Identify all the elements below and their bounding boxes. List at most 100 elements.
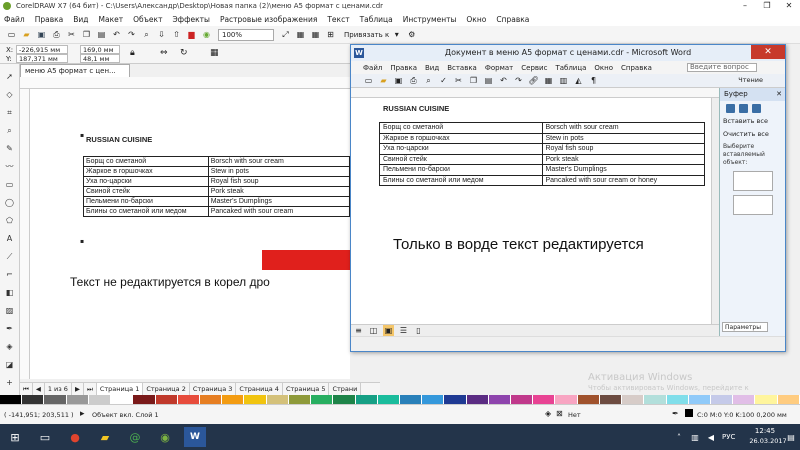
menu-window[interactable]: Окно	[466, 15, 486, 24]
color-swatch[interactable]	[333, 395, 356, 404]
word-menu-window[interactable]: Окно	[594, 64, 613, 72]
page-tab[interactable]: Страни	[329, 383, 362, 395]
close-icon[interactable]: ✕	[776, 88, 782, 101]
word-horizontal-ruler[interactable]	[351, 88, 719, 98]
play-icon[interactable]: ▸	[80, 409, 85, 419]
word-window[interactable]: W Документ в меню А5 формат с ценами.cdr…	[350, 44, 786, 352]
export-icon[interactable]: ⇧	[171, 29, 182, 40]
eyedropper-icon[interactable]: ✒	[4, 323, 15, 334]
zoom-tool-icon[interactable]: ⌕	[4, 125, 15, 136]
word-vertical-scrollbar[interactable]	[711, 98, 719, 324]
word-close-button[interactable]: ✕	[751, 45, 785, 59]
columns-icon[interactable]: ▥	[558, 75, 569, 86]
print-icon[interactable]: ⎙	[408, 75, 419, 86]
save-icon[interactable]: ▣	[393, 75, 404, 86]
open-folder-icon[interactable]: ▰	[21, 29, 32, 40]
print-layout-icon[interactable]: ▣	[383, 325, 394, 336]
redo-icon[interactable]: ↷	[126, 29, 137, 40]
color-swatch[interactable]	[22, 395, 45, 404]
text-tool-icon[interactable]: A	[4, 233, 15, 244]
task-view-icon[interactable]: ▭	[34, 427, 56, 447]
menu-tools[interactable]: Инструменты	[403, 15, 457, 24]
email-app-icon[interactable]: @	[124, 427, 146, 447]
table-cell[interactable]: Pork steak	[541, 153, 705, 165]
paste-icon[interactable]: ▤	[483, 75, 494, 86]
table-row[interactable]: Жаркое в горшочках Stew in pots	[379, 132, 705, 144]
table-row[interactable]: Блины со сметаной или медом Pancaked wit…	[379, 174, 705, 186]
color-swatch[interactable]	[555, 395, 578, 404]
color-swatch[interactable]	[155, 395, 178, 404]
menu-layout[interactable]: Макет	[99, 15, 124, 24]
word-menu-help[interactable]: Справка	[621, 64, 652, 72]
color-swatch[interactable]	[66, 395, 89, 404]
full-screen-icon[interactable]: ⤢	[280, 29, 291, 40]
tray-chevron-icon[interactable]: ˄	[672, 427, 686, 447]
word-taskbar-icon[interactable]: W	[184, 427, 206, 447]
table-cell[interactable]: Уха по-царски	[379, 143, 543, 155]
color-swatch[interactable]	[222, 395, 245, 404]
height-field[interactable]: 48,1 мм	[80, 54, 120, 63]
coreldraw-taskbar-icon[interactable]: ◉	[154, 427, 176, 447]
copy-icon[interactable]: ❐	[468, 75, 479, 86]
color-swatch[interactable]	[422, 395, 445, 404]
undo-icon[interactable]: ↶	[498, 75, 509, 86]
word-menu-format[interactable]: Формат	[485, 64, 513, 72]
color-swatch[interactable]	[577, 395, 600, 404]
rectangle-tool-icon[interactable]: ▭	[4, 179, 15, 190]
spelling-icon[interactable]: ✓	[438, 75, 449, 86]
color-swatch[interactable]	[711, 395, 734, 404]
table-row[interactable]: Уха по-царски Royal fish soup	[379, 143, 705, 155]
menu-file[interactable]: Файл	[4, 15, 25, 24]
menu-effects[interactable]: Эффекты	[172, 15, 210, 24]
reading-mode-button[interactable]: Чтение	[738, 76, 763, 84]
coreldraw-menu-table[interactable]: Борщ со сметаной Borsch with sour cream …	[83, 156, 351, 217]
maximize-button[interactable]: ❐	[756, 0, 778, 12]
color-swatch[interactable]	[177, 395, 200, 404]
paste-icon[interactable]: ▤	[96, 29, 107, 40]
color-swatch[interactable]	[88, 395, 112, 404]
table-cell[interactable]: Borsch with sour cream	[541, 122, 705, 134]
copy-icon[interactable]: ❐	[81, 29, 92, 40]
add-tool-icon[interactable]: +	[4, 377, 15, 388]
snap-to-dropdown[interactable]: Привязать к	[344, 31, 389, 39]
open-folder-icon[interactable]: ▰	[378, 75, 389, 86]
clear-all-button[interactable]: Очистить все	[723, 129, 782, 139]
first-page-icon[interactable]: ⏮	[20, 383, 33, 395]
outline-view-icon[interactable]: ☰	[398, 325, 409, 336]
table-cell[interactable]: Жаркое в горшочках	[379, 132, 543, 144]
word-menu-insert[interactable]: Вставка	[447, 64, 477, 72]
forward-icon[interactable]	[739, 104, 748, 113]
width-field[interactable]: 169,0 мм	[80, 45, 120, 54]
drop-shadow-icon[interactable]: ◧	[4, 287, 15, 298]
color-swatch[interactable]	[644, 395, 667, 404]
back-icon[interactable]	[726, 104, 735, 113]
color-swatch[interactable]	[533, 395, 556, 404]
zoom-level-select[interactable]: 100%	[218, 28, 274, 41]
network-icon[interactable]: ▥	[688, 427, 702, 447]
page-tab[interactable]: Страница 3	[190, 383, 237, 395]
color-swatch[interactable]	[288, 395, 312, 404]
options-icon[interactable]: ⚙	[406, 29, 417, 40]
menu-edit[interactable]: Правка	[35, 15, 64, 24]
color-swatch[interactable]	[622, 395, 645, 404]
search-content-icon[interactable]: ⌕	[141, 29, 152, 40]
rotate-icon[interactable]: ↻	[180, 48, 188, 58]
guidelines-icon[interactable]: ⊞	[325, 29, 336, 40]
redo-icon[interactable]: ↷	[513, 75, 524, 86]
color-swatch[interactable]	[399, 395, 423, 404]
word-menu-table[interactable]: Борщ со сметаной Borsch with sour cream …	[379, 122, 705, 186]
undo-icon[interactable]: ↶	[111, 29, 122, 40]
print-preview-icon[interactable]: ⌕	[423, 75, 434, 86]
windows-start-icon[interactable]: ⊞	[4, 427, 26, 447]
coreldraw-document-tab[interactable]: меню А5 формат с цен...	[20, 64, 130, 77]
cut-icon[interactable]: ✂	[66, 29, 77, 40]
color-swatch[interactable]	[733, 395, 756, 404]
menu-text[interactable]: Текст	[327, 15, 349, 24]
outline-color-swatch[interactable]	[685, 409, 693, 417]
app-launcher-icon[interactable]: ◉	[201, 29, 212, 40]
menu-object[interactable]: Объект	[133, 15, 162, 24]
lock-ratio-icon[interactable]: 🔒︎	[130, 48, 135, 58]
word-menu-tools[interactable]: Сервис	[521, 64, 547, 72]
color-swatch[interactable]	[133, 395, 156, 404]
color-swatch[interactable]	[488, 395, 512, 404]
